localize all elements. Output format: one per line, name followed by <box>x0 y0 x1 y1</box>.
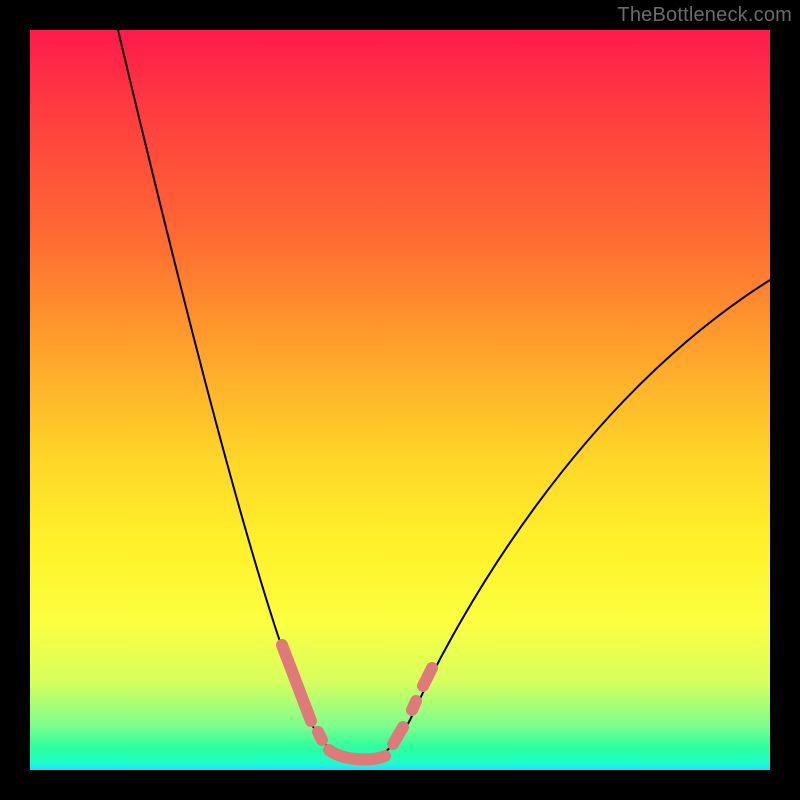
marker-right-upper <box>423 668 432 686</box>
chart-stage: TheBottleneck.com <box>0 0 800 800</box>
marker-left-dot <box>318 732 322 740</box>
curve-layer <box>30 30 770 770</box>
watermark-text: TheBottleneck.com <box>617 4 792 27</box>
marker-left-upper <box>282 645 311 721</box>
marker-right-dot <box>412 701 416 710</box>
marker-right-lower <box>393 727 403 744</box>
marker-bottom-flat <box>329 750 385 759</box>
main-curve <box>118 30 770 760</box>
